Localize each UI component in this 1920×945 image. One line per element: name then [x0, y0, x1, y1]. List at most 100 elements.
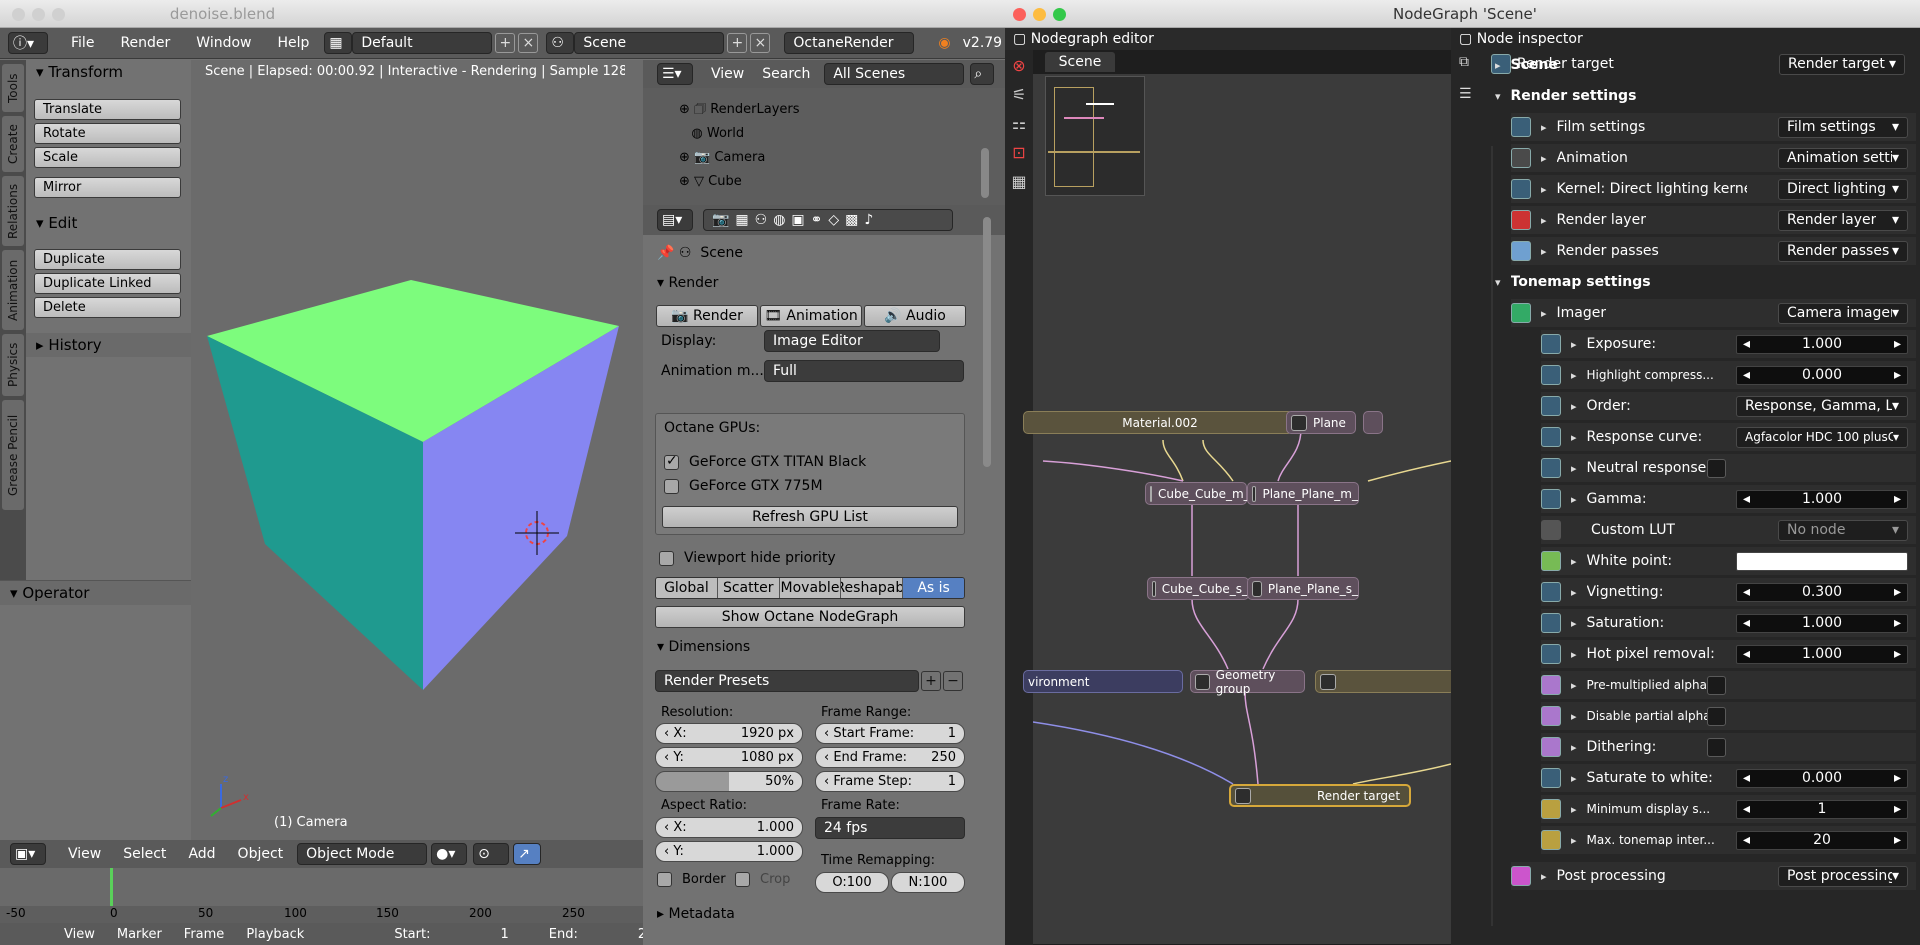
pivot-icon[interactable]: ⊙	[473, 843, 510, 865]
increment-icon[interactable]: ▸	[1894, 832, 1901, 848]
fps-select[interactable]: 24 fps	[815, 817, 965, 839]
timeline-menu-marker[interactable]: Marker	[117, 927, 162, 942]
duplicate-linked-button[interactable]: Duplicate Linked	[34, 273, 181, 294]
outliner-item[interactable]: ◍ World	[679, 122, 800, 146]
remove-preset-icon[interactable]: −	[943, 671, 963, 691]
editor-type-3d-icon[interactable]: ▣▾	[10, 843, 46, 865]
render-presets-select[interactable]: Render Presets	[655, 670, 919, 692]
animation-mode-select[interactable]: Full	[764, 360, 964, 382]
inspector-checkbox[interactable]	[1707, 675, 1726, 695]
tab-physics[interactable]: Physics	[2, 334, 24, 396]
expand-triangle-icon[interactable]: ▸	[1571, 586, 1577, 599]
decrement-icon[interactable]: ◂	[1743, 367, 1750, 383]
inspector-row[interactable]: ▸ Scene	[1491, 51, 1916, 79]
inspector-slider[interactable]: ◂ 1.000 ▸	[1736, 334, 1908, 354]
node-partial-right[interactable]	[1315, 670, 1455, 693]
audio-button[interactable]: 🔊 Audio	[864, 305, 966, 327]
expand-triangle-icon[interactable]: ▸	[1541, 121, 1547, 134]
decrement-icon[interactable]: ◂	[1743, 336, 1750, 352]
increment-icon[interactable]: ▸	[1894, 801, 1901, 817]
duplicate-button[interactable]: Duplicate	[34, 249, 181, 270]
increment-icon[interactable]: ▸	[1894, 646, 1901, 662]
shading-icon[interactable]: ●▾	[431, 843, 468, 865]
tree-icon[interactable]: ⚟	[1005, 85, 1033, 104]
render-panel-header[interactable]: ▾ Render	[657, 275, 987, 291]
edit-panel-header[interactable]: ▾ Edit	[26, 211, 191, 235]
node-material[interactable]: Material.002	[1023, 411, 1293, 434]
decrement-icon[interactable]: ◂	[1743, 615, 1750, 631]
menu-add[interactable]: Add	[188, 846, 215, 862]
expand-triangle-icon[interactable]: ▸	[1571, 400, 1577, 413]
mirror-button[interactable]: Mirror	[34, 177, 181, 198]
search-icon[interactable]: ⌕	[970, 63, 995, 85]
tab-animation[interactable]: Animation	[2, 250, 24, 330]
tab-grease-pencil[interactable]: Grease Pencil	[2, 400, 24, 510]
menu-render[interactable]: Render	[107, 35, 183, 51]
expand-triangle-icon[interactable]: ▸	[1571, 648, 1577, 661]
node-render-target[interactable]: Render target	[1229, 784, 1411, 807]
transform-panel-header[interactable]: ▾ Transform	[26, 60, 191, 84]
decrement-icon[interactable]: ◂	[1743, 491, 1750, 507]
inspector-checkbox[interactable]	[1707, 737, 1726, 757]
menu-object[interactable]: Object	[238, 846, 284, 862]
gpu1-checkbox[interactable]: GeForce GTX TITAN Black	[664, 453, 866, 470]
inspector-dropdown[interactable]: Animation settings▾	[1778, 147, 1908, 169]
expand-triangle-icon[interactable]: ▸	[1571, 834, 1577, 847]
minimize-window-button[interactable]	[1033, 8, 1046, 21]
increment-icon[interactable]: ▸	[1894, 491, 1901, 507]
timeline-menu-playback[interactable]: Playback	[246, 927, 304, 942]
menu-select[interactable]: Select	[123, 846, 166, 862]
metadata-panel-header[interactable]: ▸ Metadata	[657, 906, 987, 922]
inspector-checkbox[interactable]	[1707, 706, 1726, 726]
layout-icon[interactable]: ▦	[324, 32, 353, 54]
show-octane-nodegraph-button[interactable]: Show Octane NodeGraph	[655, 606, 965, 628]
properties-context-tabs[interactable]: 📷▦⚇◍▣⚭◇▩♪	[703, 209, 953, 231]
inspector-row[interactable]: ▾ Tonemap settings	[1491, 268, 1916, 296]
seg-scatter[interactable]: Scatter	[717, 578, 780, 598]
outliner-menu-search[interactable]: Search	[762, 66, 810, 82]
frame-step-field[interactable]: ‹ Frame Step: 1	[815, 771, 965, 792]
menu-help[interactable]: Help	[264, 35, 322, 51]
expand-triangle-icon[interactable]: ▸	[1541, 307, 1547, 320]
grid-icon[interactable]: ⚏	[1005, 114, 1033, 133]
outliner-editor-icon[interactable]: ☰▾	[657, 63, 693, 85]
inspector-dropdown[interactable]: Response, Gamma, LUT▾	[1736, 395, 1908, 417]
expand-triangle-icon[interactable]: ▸	[1571, 679, 1577, 692]
aspect-x-field[interactable]: ‹ X: 1.000	[655, 817, 803, 838]
node-plane-material[interactable]: Plane_Plane_m_	[1247, 482, 1359, 505]
operator-panel-header[interactable]: ▾ Operator	[0, 581, 191, 605]
expand-triangle-icon[interactable]: ▸	[1571, 710, 1577, 723]
expand-triangle-icon[interactable]: ▸	[1571, 803, 1577, 816]
inspector-dropdown[interactable]: Film settings ▾	[1778, 116, 1908, 138]
scene-icon[interactable]: ⚇	[546, 32, 575, 54]
expand-triangle-icon[interactable]: ▸	[1571, 741, 1577, 754]
nodegraph-canvas[interactable]: Material.002 Plane Cube_Cube_m_ Plane_Pl…	[1023, 74, 1455, 944]
resolution-percent-field[interactable]: 50%	[655, 771, 803, 792]
expand-triangle-icon[interactable]: ▸	[1571, 338, 1577, 351]
outliner-item[interactable]: ⊕ 📷 Camera	[679, 146, 800, 170]
end-frame-field[interactable]: ‹ End Frame: 250	[815, 747, 965, 768]
expand-triangle-icon[interactable]: ▸	[1571, 431, 1577, 444]
scene-select[interactable]: Scene	[574, 32, 725, 54]
expand-triangle-icon[interactable]: ▸	[1541, 870, 1547, 883]
outliner-scrollbar[interactable]	[981, 148, 989, 198]
mode-select[interactable]: Object Mode	[297, 843, 428, 865]
outliner-item[interactable]: ⊕ ▽ Cube	[679, 170, 800, 194]
add-scene-icon[interactable]: +	[727, 33, 748, 53]
timeline-menu-frame[interactable]: Frame	[184, 927, 225, 942]
decrement-icon[interactable]: ◂	[1743, 801, 1750, 817]
expand-triangle-icon[interactable]: ▸	[1541, 152, 1547, 165]
manipulator-icon[interactable]: ↗	[513, 843, 542, 865]
scale-button[interactable]: Scale	[34, 147, 181, 168]
add-preset-icon[interactable]: +	[921, 671, 941, 691]
decrement-icon[interactable]: ◂	[1743, 832, 1750, 848]
properties-editor-icon[interactable]: ▤▾	[657, 209, 693, 231]
tab-create[interactable]: Create	[2, 116, 24, 172]
viewport-hide-checkbox[interactable]: Viewport hide priority	[659, 550, 836, 566]
increment-icon[interactable]: ▸	[1894, 615, 1901, 631]
inspector-dropdown[interactable]: Post processing ▾	[1778, 865, 1908, 887]
inspector-slider[interactable]: ◂ 1.000 ▸	[1736, 489, 1908, 509]
expand-triangle-icon[interactable]: ▸	[1571, 617, 1577, 630]
close-window-button[interactable]	[12, 8, 25, 21]
history-panel-header[interactable]: ▸ History	[26, 333, 191, 357]
